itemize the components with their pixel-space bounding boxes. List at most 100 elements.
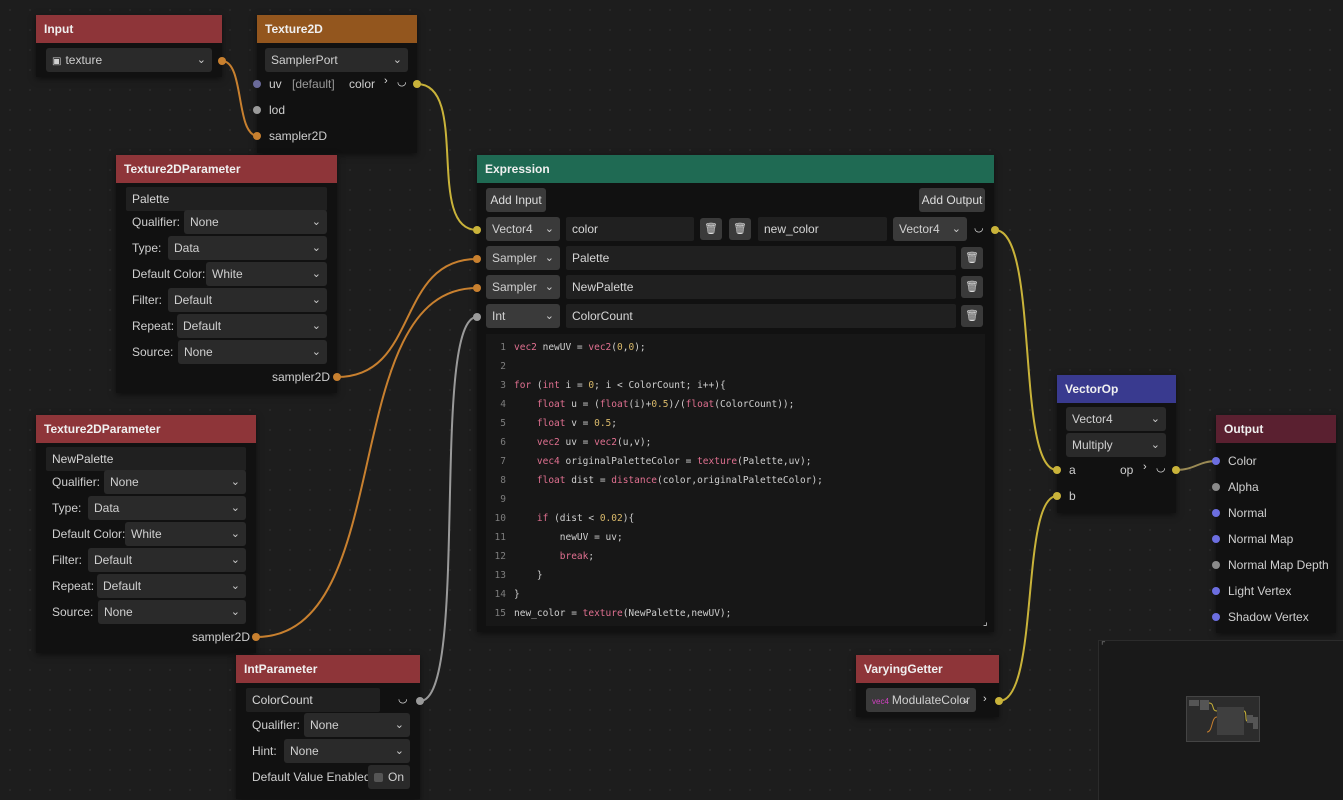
int-parameter-node[interactable]: IntParameter ColorCount ◡ Qualifier: Non… xyxy=(236,655,420,799)
param1-repeat-select[interactable]: Default ⌄ xyxy=(177,314,327,338)
output-normal-port[interactable] xyxy=(1212,509,1220,517)
delete-input-button-4[interactable]: 🗑 xyxy=(961,305,983,327)
param2-title[interactable]: Texture2DParameter xyxy=(36,415,256,443)
expr-input-type-select-3[interactable]: Sampler ⌄ xyxy=(486,275,560,299)
expr-input-name-1[interactable]: color xyxy=(566,217,694,241)
texture2d-source-select[interactable]: SamplerPort ⌄ xyxy=(265,48,408,72)
expr-input-type-select-1[interactable]: Vector4 ⌄ xyxy=(486,217,560,241)
param2-default-color-select[interactable]: White ⌄ xyxy=(125,522,246,546)
intparam-title[interactable]: IntParameter xyxy=(236,655,420,683)
uv-input-port[interactable] xyxy=(253,80,261,88)
expr-colorcount-input-port[interactable] xyxy=(473,313,481,321)
code-line[interactable]: 4 float u = (float(i)+0.5)/(float(ColorC… xyxy=(486,395,794,414)
param1-filter-select[interactable]: Default ⌄ xyxy=(168,288,327,312)
code-line[interactable]: 1 vec2 newUV = vec2(0,0); xyxy=(486,338,645,357)
param1-type-select[interactable]: Data ⌄ xyxy=(168,236,327,260)
expression-node[interactable]: Expression Add Input Add Output Vector4 ⌄… xyxy=(477,155,994,632)
sampler2d-input-port[interactable] xyxy=(253,132,261,140)
code-line[interactable]: 7 vec4 originalPaletteColor = texture(Pa… xyxy=(486,452,811,471)
code-line[interactable]: 12 break; xyxy=(486,547,595,566)
param1-default-color-select[interactable]: White ⌄ xyxy=(206,262,327,286)
code-line[interactable]: 5 float v = 0.5; xyxy=(486,414,617,433)
output-normal-map-depth-port[interactable] xyxy=(1212,561,1220,569)
code-line[interactable]: 14} xyxy=(486,585,520,604)
expr-input-name-3[interactable]: NewPalette xyxy=(566,275,956,299)
expr-input-name-2[interactable]: Palette xyxy=(566,246,956,270)
param2-qualifier-select[interactable]: None ⌄ xyxy=(104,470,246,494)
vectorop-node[interactable]: VectorOp Vector4 ⌄ Multiply ⌄ a op › ◡ b xyxy=(1057,375,1176,513)
color-output-port[interactable] xyxy=(413,80,421,88)
intparam-name-field[interactable]: ColorCount xyxy=(246,688,380,712)
lod-input-port[interactable] xyxy=(253,106,261,114)
expr-palette-input-port[interactable] xyxy=(473,255,481,263)
code-editor[interactable]: 1 vec2 newUV = vec2(0,0); 2 3 for (int i = 0… xyxy=(486,334,985,626)
expr-output-type-select[interactable]: Vector4 ⌄ xyxy=(893,217,967,241)
vectorop-type-select[interactable]: Vector4 ⌄ xyxy=(1066,407,1166,431)
code-line[interactable]: 11 newUV = uv; xyxy=(486,528,623,547)
output-normal-map-port[interactable] xyxy=(1212,535,1220,543)
code-line[interactable]: 9 xyxy=(486,490,514,509)
delete-input-button-1[interactable]: 🗑 xyxy=(700,218,722,240)
param2-repeat-select[interactable]: Default ⌄ xyxy=(97,574,246,598)
expression-title[interactable]: Expression xyxy=(477,155,994,183)
intparam-default-toggle[interactable]: On xyxy=(368,765,410,789)
intparam-qualifier-select[interactable]: None ⌄ xyxy=(304,713,410,737)
expr-input-name-4[interactable]: ColorCount xyxy=(566,304,956,328)
vectorop-output-port[interactable] xyxy=(1172,466,1180,474)
minimap-viewport[interactable] xyxy=(1186,696,1260,742)
param1-output-port[interactable] xyxy=(333,373,341,381)
output-alpha-port[interactable] xyxy=(1212,483,1220,491)
minimap[interactable]: ⌜ xyxy=(1098,640,1343,800)
param2-source-select[interactable]: None ⌄ xyxy=(98,600,246,624)
param2-output-port[interactable] xyxy=(252,633,260,641)
input-node[interactable]: Input ▣ texture ⌄ xyxy=(36,15,222,77)
expand-icon[interactable]: ◡ xyxy=(974,221,984,234)
delete-input-button-2[interactable]: 🗑 xyxy=(961,247,983,269)
param1-title[interactable]: Texture2DParameter xyxy=(116,155,337,183)
intparam-hint-select[interactable]: None ⌄ xyxy=(284,739,410,763)
param2-type-select[interactable]: Data ⌄ xyxy=(88,496,246,520)
vectorop-operation-select[interactable]: Multiply ⌄ xyxy=(1066,433,1166,457)
delete-output-button[interactable]: 🗑 xyxy=(729,218,751,240)
texture2d-parameter-newpalette-node[interactable]: Texture2DParameter NewPalette Qualifier:… xyxy=(36,415,256,653)
texture2d-node-title[interactable]: Texture2D xyxy=(257,15,417,43)
expand-icon[interactable]: ◡ xyxy=(397,75,407,88)
texture2d-parameter-palette-node[interactable]: Texture2DParameter Palette Qualifier: No… xyxy=(116,155,337,393)
code-line[interactable]: 10 if (dist < 0.02){ xyxy=(486,509,635,528)
output-light-vertex-port[interactable] xyxy=(1212,587,1220,595)
texture2d-node[interactable]: Texture2D SamplerPort ⌄ uv [default] col… xyxy=(257,15,417,153)
output-shadow-vertex-port[interactable] xyxy=(1212,613,1220,621)
expr-output-name[interactable]: new_color xyxy=(758,217,887,241)
code-line[interactable]: 13 } xyxy=(486,566,543,585)
code-line[interactable]: 15 new_color = texture(NewPalette,newUV); xyxy=(486,604,732,623)
delete-input-button-3[interactable]: 🗑 xyxy=(961,276,983,298)
intparam-output-port[interactable] xyxy=(416,697,424,705)
varying-getter-node[interactable]: VaryingGetter vec4 ModulateColor ⌄ › xyxy=(856,655,999,717)
param2-filter-select[interactable]: Default ⌄ xyxy=(88,548,246,572)
output-color-port[interactable] xyxy=(1212,457,1220,465)
code-line[interactable]: 2 xyxy=(486,357,514,376)
expr-input-type-select-4[interactable]: Int ⌄ xyxy=(486,304,560,328)
input-node-title[interactable]: Input xyxy=(36,15,222,43)
expr-color-input-port[interactable] xyxy=(473,226,481,234)
expr-newpalette-input-port[interactable] xyxy=(473,284,481,292)
varying-output-port[interactable] xyxy=(995,697,1003,705)
add-input-button[interactable]: Add Input xyxy=(486,188,546,212)
output-title[interactable]: Output xyxy=(1216,415,1336,443)
vectorop-title[interactable]: VectorOp xyxy=(1057,375,1176,403)
add-output-button[interactable]: Add Output xyxy=(919,188,985,212)
code-line[interactable]: 8 float dist = distance(color,originalPa… xyxy=(486,471,823,490)
code-line[interactable]: 3 for (int i = 0; i < ColorCount; i++){ xyxy=(486,376,725,395)
param1-name-field[interactable]: Palette xyxy=(126,187,327,211)
code-line[interactable]: 6 vec2 uv = vec2(u,v); xyxy=(486,433,651,452)
varying-title[interactable]: VaryingGetter xyxy=(856,655,999,683)
vectorop-a-input-port[interactable] xyxy=(1053,466,1061,474)
resize-handle-icon[interactable]: ⌟ xyxy=(983,617,988,628)
param1-qualifier-select[interactable]: None ⌄ xyxy=(184,210,327,234)
param2-name-field[interactable]: NewPalette xyxy=(46,447,246,471)
expand-icon[interactable]: ◡ xyxy=(398,692,408,705)
expand-icon[interactable]: ◡ xyxy=(1156,461,1166,474)
param1-source-select[interactable]: None ⌄ xyxy=(178,340,327,364)
expr-input-type-select-2[interactable]: Sampler ⌄ xyxy=(486,246,560,270)
input-output-port[interactable] xyxy=(218,57,226,65)
